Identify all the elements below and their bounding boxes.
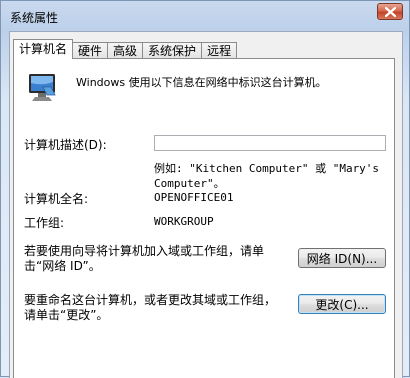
example-text-line2: Computer"。	[154, 177, 225, 190]
workgroup-value: WORKGROUP	[154, 215, 214, 228]
full-name-value: OPENOFFICE01	[154, 191, 234, 204]
tab-strip: 计算机名 硬件 高级 系统保护 远程	[13, 37, 238, 59]
rename-text-line2: 请单击“更改”。	[24, 308, 109, 322]
join-domain-text-line2: 击“网络 ID”。	[24, 259, 101, 273]
rename-text: 要重命名这台计算机，或者更改其域或工作组， 请单击“更改”。	[24, 293, 276, 323]
network-id-button[interactable]: 网络 ID(N)...	[298, 248, 386, 268]
close-button[interactable]	[377, 3, 403, 20]
window-title: 系统属性	[10, 11, 59, 25]
join-domain-text-line1: 若要使用向导将计算机加入域或工作组，请单	[24, 244, 265, 258]
workgroup-label: 工作组:	[24, 216, 65, 230]
description-input[interactable]	[154, 135, 386, 151]
tab-panel-computer-name: Windows 使用以下信息在网络中标识这台计算机。 计算机描述(D): 例如:…	[13, 58, 395, 378]
example-text-line1: 例如: "Kitchen Computer" 或 "Mary's	[154, 162, 380, 175]
intro-text: Windows 使用以下信息在网络中标识这台计算机。	[76, 76, 327, 89]
close-icon	[384, 6, 396, 17]
join-domain-text: 若要使用向导将计算机加入域或工作组，请单 击“网络 ID”。	[24, 244, 264, 274]
computer-icon	[29, 74, 56, 101]
tab-remote[interactable]: 远程	[201, 42, 238, 59]
tab-hardware[interactable]: 硬件	[72, 42, 109, 59]
full-name-label: 计算机全名:	[24, 192, 89, 206]
description-label: 计算机描述(D):	[24, 138, 107, 152]
tab-advanced[interactable]: 高级	[107, 42, 144, 59]
tab-computer-name[interactable]: 计算机名	[13, 39, 74, 59]
tab-system-protection[interactable]: 系统保护	[142, 42, 203, 59]
change-button[interactable]: 更改(C)...	[298, 294, 386, 314]
system-properties-window: 系统属性 计算机名 硬件 高级 系统保护 远程 Windows 使用以下信息在网…	[0, 0, 410, 378]
rename-text-line1: 要重命名这台计算机，或者更改其域或工作组，	[24, 293, 277, 307]
dialog-client-area: 计算机名 硬件 高级 系统保护 远程 Windows 使用以下信息在网络中标识这…	[9, 31, 403, 378]
